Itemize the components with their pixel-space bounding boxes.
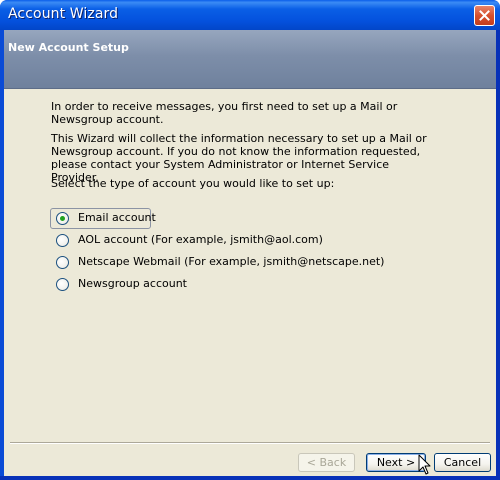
radio-label[interactable]: Netscape Webmail (For example, jsmith@ne… (78, 255, 384, 268)
prompt-text: Select the type of account you would lik… (51, 177, 335, 190)
next-button[interactable]: Next > (366, 453, 426, 472)
page-title: New Account Setup (8, 41, 129, 54)
window-border-bottom (0, 476, 500, 480)
wizard-client-area: New Account Setup In order to receive me… (4, 30, 496, 476)
radio-label[interactable]: Email account (78, 211, 156, 224)
radio-button[interactable] (56, 278, 69, 291)
account-wizard-window: Account Wizard New Account Setup In orde… (0, 0, 500, 480)
back-button[interactable]: < Back (298, 453, 355, 472)
radio-label[interactable]: Newsgroup account (78, 277, 187, 290)
window-border-right (496, 30, 500, 480)
title-bar[interactable]: Account Wizard (0, 0, 500, 30)
close-button[interactable] (474, 5, 495, 26)
intro-text: In order to receive messages, you first … (51, 100, 398, 126)
window-title: Account Wizard (8, 6, 119, 22)
radio-button[interactable] (56, 256, 69, 269)
radio-label[interactable]: AOL account (For example, jsmith@aol.com… (78, 233, 323, 246)
close-icon (479, 10, 490, 21)
footer-separator (10, 442, 490, 444)
radio-selected-dot (60, 216, 65, 221)
wizard-header: New Account Setup (4, 30, 496, 89)
radio-button[interactable] (56, 234, 69, 247)
mouse-cursor-icon (418, 454, 431, 475)
radio-button[interactable] (56, 212, 69, 225)
cancel-button[interactable]: Cancel (434, 453, 491, 472)
